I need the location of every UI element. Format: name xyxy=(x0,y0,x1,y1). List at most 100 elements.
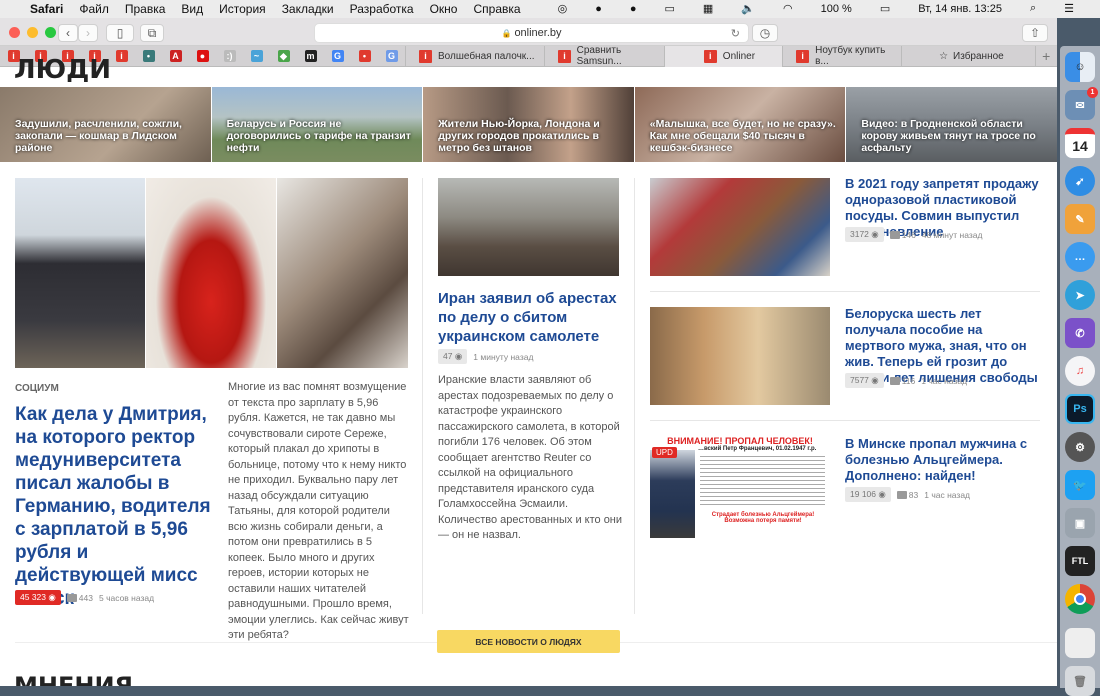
middle-article-title[interactable]: Иран заявил об арестах по делу о сбитом … xyxy=(438,289,623,346)
preview-icon[interactable]: ▣ xyxy=(1065,508,1095,538)
tab-label: Ноутбук купить в... xyxy=(815,45,886,67)
strip-item[interactable]: Беларусь и Россия не договорились о тари… xyxy=(211,87,423,162)
divider xyxy=(650,420,1040,421)
tab-3-active[interactable]: i Onliner xyxy=(663,45,783,67)
pages-icon[interactable]: ✎ xyxy=(1065,204,1095,234)
menu-edit[interactable]: Правка xyxy=(125,2,166,16)
strip-item[interactable]: Видео: в Гродненской области корову живь… xyxy=(846,87,1057,162)
calendar-icon[interactable]: 14 xyxy=(1065,128,1095,158)
system-preferences-icon[interactable]: ⚙ xyxy=(1065,432,1095,462)
minimize-window-button[interactable] xyxy=(27,27,38,38)
article-rubric[interactable]: СОЦИУМ xyxy=(15,383,59,394)
finder-icon[interactable]: ☺ xyxy=(1065,52,1095,82)
share-button[interactable]: ⇧ xyxy=(1022,24,1048,42)
telegram-status-icon[interactable]: ● xyxy=(630,3,637,15)
mail-icon[interactable]: ✉ 1 xyxy=(1065,87,1098,120)
comments-value: 146 xyxy=(901,229,916,240)
tab-2[interactable]: i Сравнить Samsun... xyxy=(544,45,663,67)
photoshop-icon[interactable]: Ps xyxy=(1065,394,1095,424)
notification-center-icon[interactable]: ☰ xyxy=(1064,2,1074,15)
tab-4[interactable]: i Ноутбук купить в... xyxy=(782,45,900,67)
main-article-photo-2[interactable] xyxy=(146,178,276,368)
trash-icon[interactable]: 🗑 xyxy=(1065,666,1095,696)
ftl-game-icon[interactable]: FTL xyxy=(1065,546,1095,576)
side-article-title[interactable]: В Минске пропал мужчина с болезнью Альцг… xyxy=(845,436,1045,484)
airplay-icon[interactable]: ▭ xyxy=(665,2,675,15)
twitter-icon[interactable]: 🐦 xyxy=(1065,470,1095,500)
comments-count[interactable]: 116 xyxy=(889,376,915,386)
safari-icon[interactable]: ➹ xyxy=(1065,166,1095,196)
bookmark-favicon[interactable]: G xyxy=(378,50,405,62)
strip-item[interactable]: Жители Нью-Йорка, Лондона и других город… xyxy=(423,87,634,162)
comments-value: 443 xyxy=(78,592,93,603)
history-button[interactable]: ◷ xyxy=(752,24,778,42)
telegram-icon[interactable]: ➤ xyxy=(1065,280,1095,310)
column-divider xyxy=(634,178,635,614)
favorites-label: Избранное xyxy=(953,50,1004,62)
menu-view[interactable]: Вид xyxy=(181,2,203,16)
side-article-photo[interactable] xyxy=(650,307,830,405)
menu-window[interactable]: Окно xyxy=(430,2,458,16)
input-source-flag-icon[interactable]: ▦ xyxy=(703,2,713,15)
comments-count[interactable]: 83 xyxy=(896,490,918,500)
bookmark-favicon[interactable]: :) xyxy=(216,50,243,62)
favorites-tab[interactable]: ☆ Избранное xyxy=(900,45,1035,67)
bookmark-favicon[interactable]: • xyxy=(351,50,378,62)
menu-app-name[interactable]: Safari xyxy=(30,2,63,16)
bookmark-favicon[interactable]: ~ xyxy=(243,50,270,62)
messages-icon[interactable]: … xyxy=(1065,242,1095,272)
menu-file[interactable]: Файл xyxy=(79,2,109,16)
menu-help[interactable]: Справка xyxy=(473,2,520,16)
bookmark-favicon[interactable]: A xyxy=(162,50,189,62)
missing-person-poster[interactable]: ВНИМАНИЕ! ПРОПАЛ ЧЕЛОВЕК! UPD …вский Пет… xyxy=(650,434,830,538)
strip-item-title: Видео: в Гродненской области корову живь… xyxy=(861,118,1036,154)
bookmark-favicon[interactable]: • xyxy=(135,50,162,62)
chrome-icon[interactable] xyxy=(1065,584,1095,614)
comments-count[interactable]: 146 xyxy=(889,229,916,240)
tab-1[interactable]: i Волшебная палочк... xyxy=(405,45,544,67)
views-count: 47 xyxy=(443,351,453,361)
tab-overview-button[interactable]: ⧉ xyxy=(140,24,164,42)
menu-history[interactable]: История xyxy=(219,2,266,16)
bookmark-favicon[interactable]: G xyxy=(324,50,351,62)
bookmark-favicon[interactable]: i xyxy=(108,50,135,62)
address-bar[interactable]: 🔒 onliner.by ↻ xyxy=(314,23,749,43)
new-tab-button[interactable]: + xyxy=(1035,45,1057,67)
main-article-title[interactable]: Как дела у Дмитрия, на которого ректор м… xyxy=(15,403,215,610)
close-window-button[interactable] xyxy=(9,27,20,38)
reload-icon[interactable]: ↻ xyxy=(731,27,740,40)
back-button[interactable]: ‹ xyxy=(58,24,78,42)
tab-label: Волшебная палочк... xyxy=(438,50,535,62)
all-people-news-button[interactable]: ВСЕ НОВОСТИ О ЛЮДЯХ xyxy=(437,630,620,653)
forward-button[interactable]: › xyxy=(78,24,98,42)
main-article-photo-1[interactable] xyxy=(15,178,145,368)
strip-item[interactable]: Задушили, расчленили, сожгли, закопали —… xyxy=(0,87,211,162)
clock[interactable]: Вт, 14 янв. 13:25 xyxy=(918,3,1002,15)
sidebar-button[interactable]: ▯ xyxy=(106,24,134,42)
battery-percent[interactable]: 100 % xyxy=(821,3,852,15)
bookmark-icon: ◆ xyxy=(277,50,290,62)
bookmark-favicon[interactable]: m xyxy=(297,50,324,62)
creative-cloud-icon[interactable]: ◎ xyxy=(558,2,568,15)
music-icon[interactable]: ♫ xyxy=(1065,356,1095,386)
lock-icon: 🔒 xyxy=(501,28,512,38)
comments-count[interactable]: 443 xyxy=(66,592,93,603)
bookmark-favicon[interactable]: ◆ xyxy=(270,50,297,62)
spotlight-icon[interactable]: ⌕ xyxy=(1030,2,1036,15)
comment-icon xyxy=(66,594,77,603)
menu-develop[interactable]: Разработка xyxy=(350,2,414,16)
zoom-window-button[interactable] xyxy=(45,27,56,38)
volume-icon[interactable]: 🔈 xyxy=(741,2,755,15)
strip-item[interactable]: «Малышка, все будет, но не сразу». Как м… xyxy=(634,87,846,162)
menu-bookmarks[interactable]: Закладки xyxy=(282,2,334,16)
tab-label: Onliner xyxy=(722,50,756,62)
downloads-stack-icon[interactable] xyxy=(1065,628,1095,658)
bookmark-icon: A xyxy=(169,50,182,62)
viber-status-icon[interactable]: ● xyxy=(595,3,602,15)
main-article-photo-3[interactable] xyxy=(277,178,408,368)
viber-icon[interactable]: ✆ xyxy=(1065,318,1095,348)
middle-article-photo[interactable] xyxy=(438,178,619,276)
bookmark-favicon[interactable]: ● xyxy=(189,50,216,62)
wifi-icon[interactable]: ◠ xyxy=(783,2,793,15)
side-article-photo[interactable] xyxy=(650,178,830,276)
